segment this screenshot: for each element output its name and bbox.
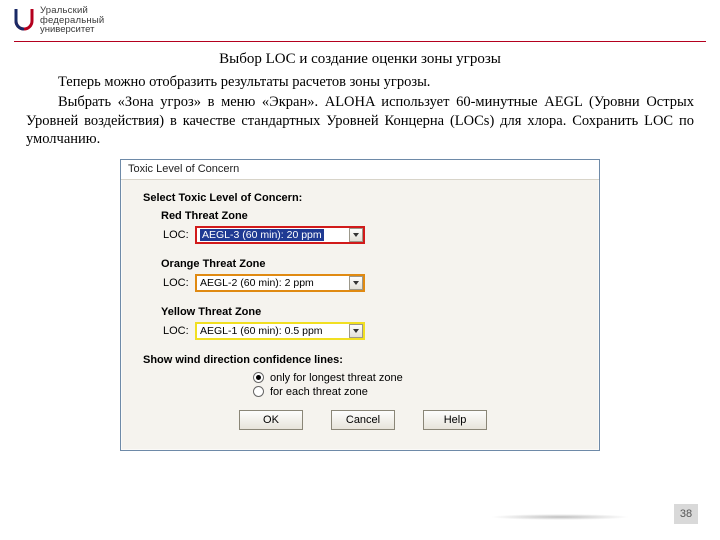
orange-loc-label: LOC:	[163, 277, 195, 289]
dialog-titlebar: Toxic Level of Concern	[121, 160, 599, 180]
chevron-down-icon[interactable]	[349, 324, 363, 338]
orange-loc-value: AEGL-2 (60 min): 2 ppm	[200, 277, 314, 289]
red-zone-label: Red Threat Zone	[161, 210, 583, 222]
dialog-shadow	[490, 514, 630, 520]
ok-button[interactable]: OK	[239, 410, 303, 430]
page-title: Выбор LOC и создание оценки зоны угрозы	[26, 50, 694, 69]
orange-zone-label: Orange Threat Zone	[161, 258, 583, 270]
dialog-button-row: OK Cancel Help	[143, 400, 583, 442]
page-number-badge: 38	[674, 504, 698, 524]
yellow-zone-row: LOC: AEGL-1 (60 min): 0.5 ppm	[163, 322, 583, 340]
urfu-logo-text: Уральский федеральный университет	[40, 6, 104, 35]
red-loc-value: AEGL-3 (60 min): 20 ppm	[200, 229, 324, 241]
select-loc-label: Select Toxic Level of Concern:	[143, 192, 583, 204]
help-button[interactable]: Help	[423, 410, 487, 430]
toxic-loc-dialog: Toxic Level of Concern Select Toxic Leve…	[120, 159, 600, 451]
yellow-loc-combo[interactable]: AEGL-1 (60 min): 0.5 ppm	[195, 322, 365, 340]
radio-label: for each threat zone	[270, 386, 368, 398]
brand-line: университет	[40, 25, 104, 35]
document-content: Выбор LOC и создание оценки зоны угрозы …	[0, 50, 720, 149]
radio-longest-zone[interactable]: only for longest threat zone	[253, 372, 583, 384]
yellow-loc-label: LOC:	[163, 325, 195, 337]
paragraph-1: Теперь можно отобразить результаты расче…	[26, 73, 694, 92]
red-loc-combo[interactable]: AEGL-3 (60 min): 20 ppm	[195, 226, 365, 244]
dialog-container: Toxic Level of Concern Select Toxic Leve…	[0, 159, 720, 451]
yellow-zone-label: Yellow Threat Zone	[161, 306, 583, 318]
chevron-down-icon[interactable]	[349, 276, 363, 290]
radio-label: only for longest threat zone	[270, 372, 403, 384]
header-divider	[14, 41, 706, 42]
yellow-loc-value: AEGL-1 (60 min): 0.5 ppm	[200, 325, 323, 337]
chevron-down-icon[interactable]	[349, 228, 363, 242]
orange-loc-combo[interactable]: AEGL-2 (60 min): 2 ppm	[195, 274, 365, 292]
radio-icon[interactable]	[253, 372, 264, 383]
red-zone-row: LOC: AEGL-3 (60 min): 20 ppm	[163, 226, 583, 244]
cancel-button[interactable]: Cancel	[331, 410, 395, 430]
radio-each-zone[interactable]: for each threat zone	[253, 386, 583, 398]
orange-zone-row: LOC: AEGL-2 (60 min): 2 ppm	[163, 274, 583, 292]
urfu-logo-icon	[14, 7, 34, 33]
paragraph-2: Выбрать «Зона угроз» в меню «Экран». ALO…	[26, 93, 694, 149]
radio-icon[interactable]	[253, 386, 264, 397]
red-loc-label: LOC:	[163, 229, 195, 241]
page-header: Уральский федеральный университет	[0, 0, 720, 35]
wind-confidence-label: Show wind direction confidence lines:	[143, 354, 583, 366]
dialog-title: Toxic Level of Concern	[128, 163, 239, 175]
